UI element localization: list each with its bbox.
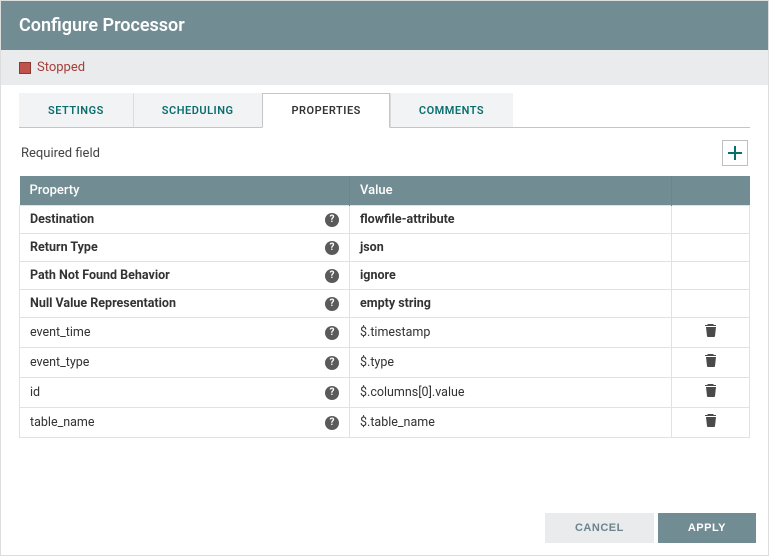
- property-actions-cell: [672, 234, 750, 262]
- table-row: id? $.columns[0].value: [20, 378, 750, 408]
- property-name: event_time: [30, 325, 91, 340]
- table-row: event_type? $.type: [20, 348, 750, 378]
- help-icon[interactable]: ?: [325, 326, 339, 340]
- tab-comments[interactable]: COMMENTS: [390, 93, 513, 127]
- tab-bar: SETTINGSSCHEDULINGPROPERTIESCOMMENTS: [19, 93, 750, 128]
- properties-subheader: Required field: [19, 128, 750, 176]
- property-name-cell[interactable]: id?: [20, 378, 350, 408]
- property-value: ignore: [360, 268, 396, 283]
- property-actions-cell: [672, 290, 750, 318]
- property-name-cell[interactable]: Path Not Found Behavior?: [20, 262, 350, 290]
- plus-icon: [728, 146, 742, 160]
- property-value-cell[interactable]: empty string: [350, 290, 672, 318]
- tab-properties[interactable]: PROPERTIES: [262, 93, 389, 128]
- property-name: table_name: [30, 415, 95, 430]
- delete-property-button[interactable]: [705, 354, 717, 367]
- add-property-button[interactable]: [722, 140, 748, 166]
- property-value-cell[interactable]: $.timestamp: [350, 318, 672, 348]
- help-icon[interactable]: ?: [325, 213, 339, 227]
- property-value-cell[interactable]: json: [350, 234, 672, 262]
- property-value-cell[interactable]: $.columns[0].value: [350, 378, 672, 408]
- property-value: json: [360, 240, 384, 255]
- property-actions-cell: [672, 206, 750, 234]
- property-name-cell[interactable]: event_type?: [20, 348, 350, 378]
- property-name: Null Value Representation: [30, 296, 176, 311]
- delete-property-button[interactable]: [705, 384, 717, 397]
- property-name-cell[interactable]: Destination?: [20, 206, 350, 234]
- property-actions-cell: [672, 378, 750, 408]
- property-value: $.columns[0].value: [360, 385, 465, 400]
- table-row: Path Not Found Behavior? ignore: [20, 262, 750, 290]
- delete-property-button[interactable]: [705, 324, 717, 337]
- property-actions-cell: [672, 318, 750, 348]
- trash-icon: [705, 354, 717, 367]
- property-name-cell[interactable]: table_name?: [20, 408, 350, 438]
- column-header-property: Property: [20, 176, 350, 206]
- apply-button[interactable]: APPLY: [658, 513, 756, 543]
- property-value-cell[interactable]: $.table_name: [350, 408, 672, 438]
- property-name: Return Type: [30, 240, 98, 255]
- property-value: $.timestamp: [360, 325, 430, 340]
- properties-table: Property Value Destination? flowfile-attr…: [19, 176, 750, 438]
- configure-processor-dialog: Configure Processor Stopped SETTINGSSCHE…: [0, 0, 769, 556]
- property-name-cell[interactable]: Return Type?: [20, 234, 350, 262]
- required-field-label: Required field: [21, 146, 100, 161]
- status-label: Stopped: [37, 60, 85, 75]
- cancel-button[interactable]: CANCEL: [545, 513, 654, 543]
- property-value-cell[interactable]: $.type: [350, 348, 672, 378]
- property-name: Path Not Found Behavior: [30, 268, 170, 283]
- help-icon[interactable]: ?: [325, 356, 339, 370]
- stopped-icon: [19, 62, 31, 74]
- property-name: Destination: [30, 212, 94, 227]
- help-icon[interactable]: ?: [325, 297, 339, 311]
- property-name: id: [30, 385, 40, 400]
- tab-scheduling[interactable]: SCHEDULING: [133, 93, 263, 127]
- property-actions-cell: [672, 408, 750, 438]
- table-row: Return Type? json: [20, 234, 750, 262]
- column-header-actions: [672, 176, 750, 206]
- property-value-cell[interactable]: flowfile-attribute: [350, 206, 672, 234]
- dialog-footer: CANCEL APPLY: [1, 503, 768, 555]
- property-actions-cell: [672, 348, 750, 378]
- table-row: event_time? $.timestamp: [20, 318, 750, 348]
- property-name-cell[interactable]: event_time?: [20, 318, 350, 348]
- trash-icon: [705, 324, 717, 337]
- dialog-title: Configure Processor: [19, 15, 185, 36]
- property-value: $.type: [360, 355, 394, 370]
- help-icon[interactable]: ?: [325, 416, 339, 430]
- status-bar: Stopped: [1, 50, 768, 85]
- delete-property-button[interactable]: [705, 414, 717, 427]
- property-value-cell[interactable]: ignore: [350, 262, 672, 290]
- help-icon[interactable]: ?: [325, 241, 339, 255]
- column-header-value: Value: [350, 176, 672, 206]
- tab-settings[interactable]: SETTINGS: [19, 93, 133, 127]
- property-value: empty string: [360, 296, 431, 311]
- table-row: table_name? $.table_name: [20, 408, 750, 438]
- help-icon[interactable]: ?: [325, 386, 339, 400]
- property-value: flowfile-attribute: [360, 212, 455, 227]
- trash-icon: [705, 384, 717, 397]
- property-name-cell[interactable]: Null Value Representation?: [20, 290, 350, 318]
- dialog-content: SETTINGSSCHEDULINGPROPERTIESCOMMENTS Req…: [1, 85, 768, 503]
- table-row: Destination? flowfile-attribute: [20, 206, 750, 234]
- property-name: event_type: [30, 355, 89, 370]
- property-actions-cell: [672, 262, 750, 290]
- table-row: Null Value Representation? empty string: [20, 290, 750, 318]
- property-value: $.table_name: [360, 415, 435, 430]
- trash-icon: [705, 414, 717, 427]
- help-icon[interactable]: ?: [325, 269, 339, 283]
- dialog-titlebar: Configure Processor: [1, 1, 768, 50]
